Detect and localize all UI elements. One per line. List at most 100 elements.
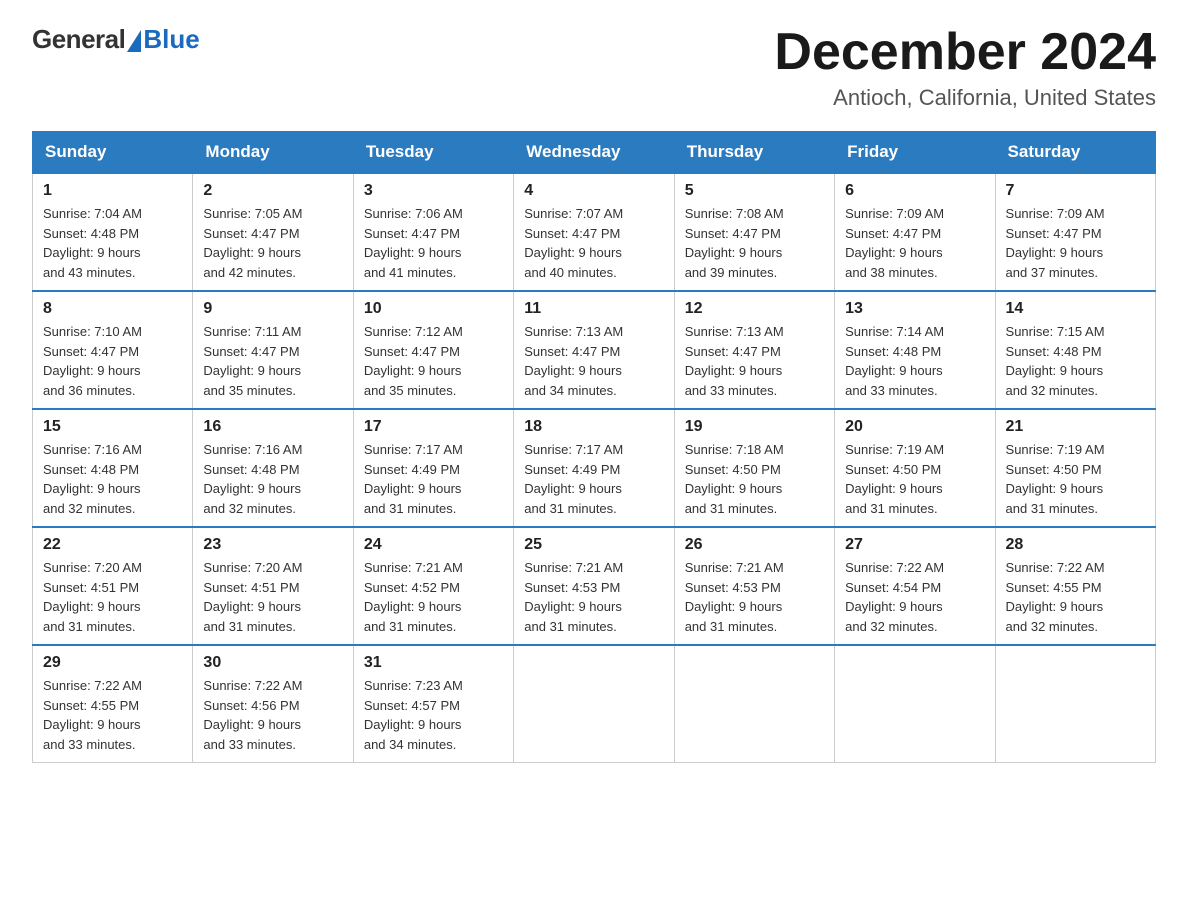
day-number: 18 (524, 418, 663, 436)
calendar-cell: 28 Sunrise: 7:22 AMSunset: 4:55 PMDayligh… (995, 527, 1155, 645)
week-row-1: 1Sunrise: 7:04 AMSunset: 4:48 PMDaylight… (33, 173, 1156, 291)
day-info: Sunrise: 7:04 AMSunset: 4:48 PMDaylight:… (43, 204, 182, 282)
day-number: 16 (203, 418, 342, 436)
calendar-table: SundayMondayTuesdayWednesdayThursdayFrid… (32, 131, 1156, 763)
calendar-cell: 20 Sunrise: 7:19 AMSunset: 4:50 PMDayligh… (835, 409, 995, 527)
week-row-5: 29 Sunrise: 7:22 AMSunset: 4:55 PMDayligh… (33, 645, 1156, 763)
day-info: Sunrise: 7:23 AMSunset: 4:57 PMDaylight:… (364, 676, 503, 754)
header-monday: Monday (193, 132, 353, 174)
day-number: 27 (845, 536, 984, 554)
calendar-cell: 30Sunrise: 7:22 AMSunset: 4:56 PMDayligh… (193, 645, 353, 763)
day-number: 22 (43, 536, 182, 554)
calendar-cell: 25Sunrise: 7:21 AMSunset: 4:53 PMDayligh… (514, 527, 674, 645)
day-number: 12 (685, 300, 824, 318)
logo-blue-text: Blue (143, 24, 199, 55)
day-info: Sunrise: 7:17 AMSunset: 4:49 PMDaylight:… (524, 440, 663, 518)
day-number: 7 (1006, 182, 1145, 200)
week-row-2: 8 Sunrise: 7:10 AMSunset: 4:47 PMDaylight… (33, 291, 1156, 409)
day-info: Sunrise: 7:22 AMSunset: 4:56 PMDaylight:… (203, 676, 342, 754)
day-number: 13 (845, 300, 984, 318)
calendar-cell: 27 Sunrise: 7:22 AMSunset: 4:54 PMDayligh… (835, 527, 995, 645)
calendar-cell: 13 Sunrise: 7:14 AMSunset: 4:48 PMDayligh… (835, 291, 995, 409)
day-number: 31 (364, 654, 503, 672)
day-number: 6 (845, 182, 984, 200)
day-number: 17 (364, 418, 503, 436)
page-header: General Blue December 2024 Antioch, Cali… (32, 24, 1156, 111)
day-info: Sunrise: 7:19 AMSunset: 4:50 PMDaylight:… (845, 440, 984, 518)
calendar-cell: 1Sunrise: 7:04 AMSunset: 4:48 PMDaylight… (33, 173, 193, 291)
day-info: Sunrise: 7:21 AMSunset: 4:53 PMDaylight:… (685, 558, 824, 636)
day-info: Sunrise: 7:12 AMSunset: 4:47 PMDaylight:… (364, 322, 503, 400)
day-info: Sunrise: 7:11 AMSunset: 4:47 PMDaylight:… (203, 322, 342, 400)
day-info: Sunrise: 7:22 AMSunset: 4:54 PMDaylight:… (845, 558, 984, 636)
calendar-cell: 22 Sunrise: 7:20 AMSunset: 4:51 PMDayligh… (33, 527, 193, 645)
calendar-cell: 31 Sunrise: 7:23 AMSunset: 4:57 PMDayligh… (353, 645, 513, 763)
calendar-cell: 16 Sunrise: 7:16 AMSunset: 4:48 PMDayligh… (193, 409, 353, 527)
calendar-cell (674, 645, 834, 763)
calendar-cell: 14 Sunrise: 7:15 AMSunset: 4:48 PMDayligh… (995, 291, 1155, 409)
day-number: 26 (685, 536, 824, 554)
calendar-cell: 26 Sunrise: 7:21 AMSunset: 4:53 PMDayligh… (674, 527, 834, 645)
day-info: Sunrise: 7:14 AMSunset: 4:48 PMDaylight:… (845, 322, 984, 400)
calendar-cell: 12 Sunrise: 7:13 AMSunset: 4:47 PMDayligh… (674, 291, 834, 409)
day-info: Sunrise: 7:17 AMSunset: 4:49 PMDaylight:… (364, 440, 503, 518)
day-info: Sunrise: 7:10 AMSunset: 4:47 PMDaylight:… (43, 322, 182, 400)
day-number: 14 (1006, 300, 1145, 318)
day-info: Sunrise: 7:19 AMSunset: 4:50 PMDaylight:… (1006, 440, 1145, 518)
day-number: 25 (524, 536, 663, 554)
day-info: Sunrise: 7:16 AMSunset: 4:48 PMDaylight:… (203, 440, 342, 518)
day-number: 9 (203, 300, 342, 318)
day-number: 20 (845, 418, 984, 436)
day-number: 23 (203, 536, 342, 554)
day-info: Sunrise: 7:20 AMSunset: 4:51 PMDaylight:… (203, 558, 342, 636)
calendar-cell: 11Sunrise: 7:13 AMSunset: 4:47 PMDayligh… (514, 291, 674, 409)
header-saturday: Saturday (995, 132, 1155, 174)
day-number: 10 (364, 300, 503, 318)
day-info: Sunrise: 7:21 AMSunset: 4:52 PMDaylight:… (364, 558, 503, 636)
day-info: Sunrise: 7:13 AMSunset: 4:47 PMDaylight:… (685, 322, 824, 400)
logo-triangle-icon (127, 30, 141, 52)
calendar-cell: 8 Sunrise: 7:10 AMSunset: 4:47 PMDaylight… (33, 291, 193, 409)
calendar-cell (995, 645, 1155, 763)
calendar-cell: 19 Sunrise: 7:18 AMSunset: 4:50 PMDayligh… (674, 409, 834, 527)
calendar-cell: 3Sunrise: 7:06 AMSunset: 4:47 PMDaylight… (353, 173, 513, 291)
calendar-cell: 9 Sunrise: 7:11 AMSunset: 4:47 PMDaylight… (193, 291, 353, 409)
day-info: Sunrise: 7:15 AMSunset: 4:48 PMDaylight:… (1006, 322, 1145, 400)
day-number: 19 (685, 418, 824, 436)
calendar-cell: 7Sunrise: 7:09 AMSunset: 4:47 PMDaylight… (995, 173, 1155, 291)
day-info: Sunrise: 7:22 AMSunset: 4:55 PMDaylight:… (1006, 558, 1145, 636)
calendar-cell: 10 Sunrise: 7:12 AMSunset: 4:47 PMDayligh… (353, 291, 513, 409)
week-row-3: 15 Sunrise: 7:16 AMSunset: 4:48 PMDayligh… (33, 409, 1156, 527)
day-number: 21 (1006, 418, 1145, 436)
day-number: 4 (524, 182, 663, 200)
day-number: 15 (43, 418, 182, 436)
calendar-cell (514, 645, 674, 763)
calendar-cell: 18 Sunrise: 7:17 AMSunset: 4:49 PMDayligh… (514, 409, 674, 527)
calendar-header-row: SundayMondayTuesdayWednesdayThursdayFrid… (33, 132, 1156, 174)
day-number: 29 (43, 654, 182, 672)
calendar-cell (835, 645, 995, 763)
header-thursday: Thursday (674, 132, 834, 174)
calendar-cell: 15 Sunrise: 7:16 AMSunset: 4:48 PMDayligh… (33, 409, 193, 527)
header-friday: Friday (835, 132, 995, 174)
logo-general-text: General (32, 24, 125, 55)
day-number: 2 (203, 182, 342, 200)
header-tuesday: Tuesday (353, 132, 513, 174)
day-info: Sunrise: 7:06 AMSunset: 4:47 PMDaylight:… (364, 204, 503, 282)
calendar-title: December 2024 (774, 24, 1156, 81)
day-info: Sunrise: 7:08 AMSunset: 4:47 PMDaylight:… (685, 204, 824, 282)
day-info: Sunrise: 7:18 AMSunset: 4:50 PMDaylight:… (685, 440, 824, 518)
day-number: 8 (43, 300, 182, 318)
day-info: Sunrise: 7:07 AMSunset: 4:47 PMDaylight:… (524, 204, 663, 282)
calendar-cell: 29 Sunrise: 7:22 AMSunset: 4:55 PMDayligh… (33, 645, 193, 763)
calendar-cell: 5 Sunrise: 7:08 AMSunset: 4:47 PMDaylight… (674, 173, 834, 291)
day-number: 28 (1006, 536, 1145, 554)
day-info: Sunrise: 7:20 AMSunset: 4:51 PMDaylight:… (43, 558, 182, 636)
calendar-cell: 17 Sunrise: 7:17 AMSunset: 4:49 PMDayligh… (353, 409, 513, 527)
day-info: Sunrise: 7:22 AMSunset: 4:55 PMDaylight:… (43, 676, 182, 754)
day-info: Sunrise: 7:09 AMSunset: 4:47 PMDaylight:… (845, 204, 984, 282)
day-number: 5 (685, 182, 824, 200)
calendar-subtitle: Antioch, California, United States (774, 85, 1156, 111)
title-block: December 2024 Antioch, California, Unite… (774, 24, 1156, 111)
day-info: Sunrise: 7:16 AMSunset: 4:48 PMDaylight:… (43, 440, 182, 518)
